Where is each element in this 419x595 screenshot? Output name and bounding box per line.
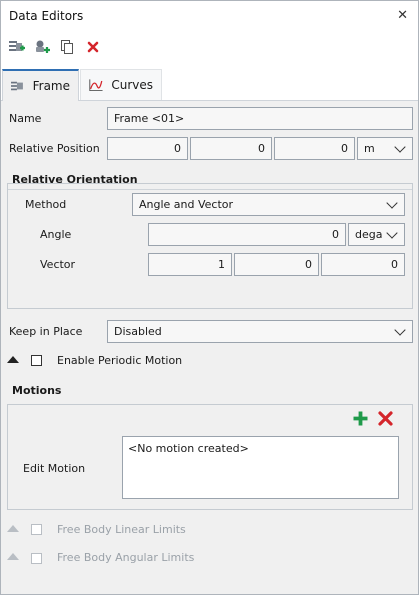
vector-x-field[interactable]: 1 — [148, 253, 232, 276]
add-frame-button[interactable] — [8, 38, 26, 56]
enable-periodic-motion-checkbox[interactable] — [31, 355, 42, 366]
name-field[interactable]: Frame <01> — [107, 107, 413, 130]
relative-position-x-field[interactable]: 0 — [107, 137, 188, 160]
tab-bar: Frame Curves — [1, 63, 418, 101]
tab-frame[interactable]: Frame — [2, 69, 79, 101]
delete-icon — [87, 41, 99, 53]
method-value: Angle and Vector — [139, 198, 234, 211]
method-select[interactable]: Angle and Vector — [132, 193, 405, 216]
edit-motion-label: Edit Motion — [23, 462, 86, 475]
delete-button[interactable] — [84, 38, 102, 56]
relative-position-unit-select[interactable]: m — [357, 137, 413, 160]
angle-label: Angle — [40, 228, 72, 241]
angle-unit-value: dega — [355, 228, 383, 241]
motion-list-empty-text: <No motion created> — [128, 442, 249, 455]
window-title: Data Editors — [9, 9, 84, 23]
angle-unit-select[interactable]: dega — [348, 223, 405, 246]
free-body-angular-limits-label: Free Body Angular Limits — [57, 551, 195, 564]
add-motion-button[interactable] — [352, 410, 369, 427]
chevron-down-icon — [386, 226, 398, 239]
keep-in-place-select[interactable]: Disabled — [107, 320, 413, 343]
vector-y-field[interactable]: 0 — [234, 253, 319, 276]
collapse-triangle-icon[interactable] — [7, 356, 19, 363]
chevron-down-icon — [386, 196, 398, 209]
relative-position-unit-value: m — [364, 142, 375, 155]
enable-periodic-motion-label: Enable Periodic Motion — [57, 354, 183, 367]
chevron-down-icon — [394, 323, 406, 336]
delete-icon — [378, 411, 393, 426]
add-frame-icon — [9, 41, 25, 51]
relative-position-z-field[interactable]: 0 — [274, 137, 355, 160]
add-child-button[interactable] — [33, 38, 51, 56]
free-body-linear-limits-label: Free Body Linear Limits — [57, 523, 186, 536]
relative-position-label: Relative Position — [9, 142, 100, 155]
plus-icon — [353, 411, 368, 426]
angle-field[interactable]: 0 — [148, 223, 346, 246]
vector-z-field[interactable]: 0 — [321, 253, 405, 276]
copy-button[interactable] — [58, 38, 76, 56]
chevron-down-icon — [394, 140, 406, 153]
delete-motion-button[interactable] — [377, 410, 394, 427]
keep-in-place-label: Keep in Place — [9, 325, 83, 338]
close-button[interactable]: ✕ — [397, 8, 408, 23]
add-child-icon — [36, 40, 50, 53]
title-bar: Data Editors ✕ — [1, 1, 418, 32]
relative-position-y-field[interactable]: 0 — [190, 137, 272, 160]
motion-list[interactable]: <No motion created> — [122, 436, 399, 499]
vector-label: Vector — [40, 258, 76, 271]
toolbar — [1, 32, 418, 63]
free-body-linear-limits-checkbox — [31, 524, 42, 535]
motions-title: Motions — [12, 384, 62, 397]
method-label: Method — [25, 198, 67, 211]
free-body-angular-limits-checkbox — [31, 553, 42, 564]
copy-icon — [61, 40, 73, 54]
tab-curves-label: Curves — [111, 78, 153, 92]
name-label: Name — [9, 112, 42, 125]
data-editors-window: Data Editors ✕ Frame Curves Name Frame <… — [0, 0, 419, 595]
frame-icon — [11, 81, 23, 91]
collapse-triangle-icon — [7, 553, 19, 560]
curves-icon — [89, 79, 103, 92]
tab-curves[interactable]: Curves — [80, 69, 162, 100]
keep-in-place-value: Disabled — [114, 325, 162, 338]
collapse-triangle-icon — [7, 525, 19, 532]
tab-frame-label: Frame — [32, 79, 70, 93]
